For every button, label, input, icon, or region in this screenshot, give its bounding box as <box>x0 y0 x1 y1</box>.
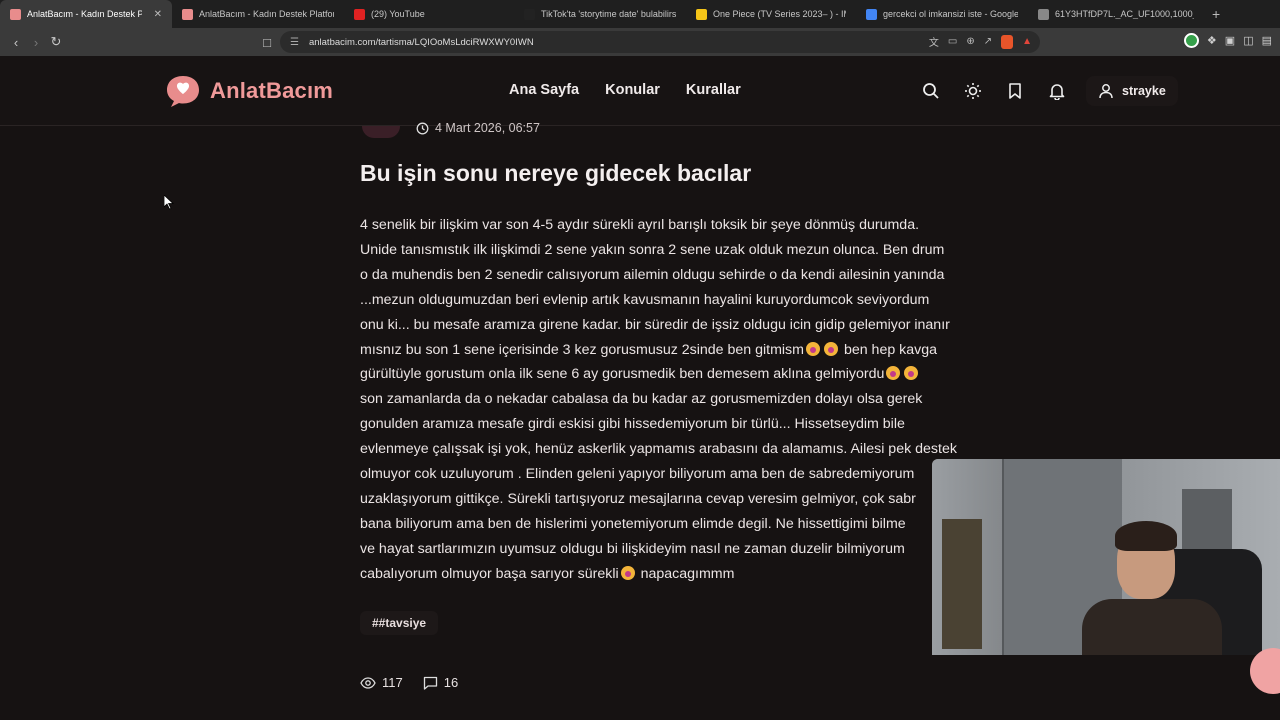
address-bar[interactable]: ☰ anlatbacim.com/tartisma/LQIOoMsLdciRWX… <box>280 31 1040 53</box>
tab-title: TikTok'ta 'storytime date' bulabilirsin <box>541 9 676 19</box>
tab-title: AnlatBacım - Kadın Destek Platfo <box>27 9 142 19</box>
post-body-line: Unide tanısmıstık ilk ilişkimdi 2 sene y… <box>360 241 945 258</box>
browser-tab-bar: AnlatBacım - Kadın Destek Platfo✕AnlatBa… <box>0 0 1280 28</box>
back-icon[interactable]: ‹ <box>6 32 26 52</box>
sidebar-icon[interactable]: ◫ <box>1243 34 1253 47</box>
tab-favicon-icon <box>524 8 535 20</box>
webcam-overlay <box>932 459 1280 655</box>
post-body-line: olmuyor cok uzuluyorum . Elinden geleni … <box>360 466 915 483</box>
nav-rules[interactable]: Kurallar <box>686 82 741 98</box>
clock-icon <box>416 122 429 134</box>
browser-tab[interactable]: AnlatBacım - Kadın Destek Platformu <box>172 0 344 28</box>
main-nav: Ana Sayfa Konular Kurallar <box>509 82 767 98</box>
tab-favicon-icon <box>1038 8 1049 20</box>
post-body-line: mısnız bu son 1 sene içerisinde 3 kez go… <box>360 338 980 363</box>
profile-menu-icon[interactable]: ▤ <box>1262 34 1272 47</box>
post-body-text: cabalıyorum olmuyor başa sarıyor sürekli <box>360 565 619 582</box>
reload-icon[interactable]: ↻ <box>46 32 66 52</box>
views-count: 117 <box>382 675 403 690</box>
post-body-line: evlenmeye çalışsak işi yok, henüz askerl… <box>360 441 957 458</box>
author-avatar[interactable] <box>362 126 400 138</box>
tab-favicon-icon <box>866 8 877 20</box>
shocked-emoji-icon <box>620 565 635 580</box>
share-icon[interactable]: ↗ <box>984 36 992 47</box>
tab-favicon-icon <box>354 8 365 20</box>
shocked-emoji-icon <box>823 341 838 356</box>
post-date-text: 4 Mart 2026, 06:57 <box>435 121 540 135</box>
post-title: Bu işin sonu nereye gidecek bacılar <box>360 160 752 186</box>
shocked-emoji-icon <box>886 366 901 381</box>
tab-title: gercekci ol imkansizi iste - Google S <box>883 9 1018 19</box>
tab-title: 61Y3HTfDP7L._AC_UF1000,1000_QL8 <box>1055 9 1194 19</box>
logo-text: AnlatBacım <box>210 78 334 103</box>
browser-tab[interactable]: One Piece (TV Series 2023– ) - IMDb <box>686 0 856 28</box>
tab-favicon-icon <box>696 8 707 20</box>
browser-tab[interactable]: AnlatBacım - Kadın Destek Platfo ✕ <box>0 0 172 28</box>
eye-icon <box>360 676 376 689</box>
username: strayke <box>1122 84 1166 98</box>
tab-favicon-icon <box>10 8 21 20</box>
translate-icon[interactable]: 文 <box>929 34 939 49</box>
new-tab-icon[interactable]: + <box>1212 6 1220 22</box>
mouse-cursor-icon <box>164 195 174 210</box>
post-body-line: 4 senelik bir ilişkim var son 4-5 aydır … <box>360 217 920 233</box>
browser-tab[interactable]: (29) YouTube <box>344 0 514 28</box>
site-settings-icon[interactable]: ☰ <box>290 37 299 48</box>
bookmarks-icon[interactable] <box>1004 80 1026 102</box>
site-header: AnlatBacım Ana Sayfa Konular Kurallar st… <box>0 56 1280 126</box>
theme-sun-icon[interactable] <box>962 80 984 102</box>
post-body-line: gonulden aramıza mesafe girdi eskisi gib… <box>360 416 905 433</box>
nav-home[interactable]: Ana Sayfa <box>509 82 579 98</box>
post-body-text: napacagımmm <box>640 565 735 582</box>
zoom-icon[interactable]: ⊕ <box>966 36 974 47</box>
post-body-line: onu ki... bu mesafe aramıza girene kadar… <box>360 316 950 333</box>
post-body-line: o da muhendis ben 2 senedir calısıyorum … <box>360 266 945 283</box>
post-body-line: bana biliyorum ama ben de hislerimi yone… <box>360 515 906 532</box>
post-body: 4 senelik bir ilişkim var son 4-5 aydır … <box>360 213 980 587</box>
post-stats: 117 16 <box>360 675 458 690</box>
cast-icon[interactable]: ▭ <box>948 36 957 47</box>
user-menu-button[interactable]: strayke <box>1086 76 1178 106</box>
extensions-puzzle-icon[interactable]: ❖ <box>1207 34 1217 47</box>
post-body-line: ve hayat sartlarımızın uyumsuz oldugu bi… <box>360 540 905 557</box>
tab-title: AnlatBacım - Kadın Destek Platformu <box>199 9 334 19</box>
post-body-line: son zamanlarda da o nekadar cabalasa da … <box>360 391 923 408</box>
comments-stat[interactable]: 16 <box>423 675 458 690</box>
brave-rewards-icon[interactable]: ▲ <box>1022 36 1032 47</box>
post-tag[interactable]: ##tavsiye <box>360 611 439 635</box>
brave-shield-icon[interactable] <box>1001 34 1014 49</box>
wallet-icon[interactable]: ▣ <box>1225 34 1235 47</box>
comments-count: 16 <box>443 675 459 690</box>
browser-tab[interactable]: 61Y3HTfDP7L._AC_UF1000,1000_QL8 <box>1028 0 1204 28</box>
post-body-line: cabalıyorum olmuyor başa sarıyor sürekli… <box>360 562 980 587</box>
notifications-bell-icon[interactable] <box>1046 80 1068 102</box>
post-body-line: gürültüyle gorustum onla ilk sene 6 ay g… <box>360 362 980 387</box>
site-logo[interactable]: AnlatBacım <box>164 73 333 109</box>
post-date: 4 Mart 2026, 06:57 <box>416 121 540 135</box>
post-body-line: uzaklaşıyorum gittikçe. Sürekli tartışıy… <box>360 490 916 507</box>
post-body-text: mısnız bu son 1 sene içerisinde 3 kez go… <box>360 341 804 358</box>
search-icon[interactable] <box>920 80 942 102</box>
post-body-line: ...mezun oldugumuzdan beri evlenip artık… <box>360 291 930 308</box>
comment-icon <box>423 676 437 690</box>
post-body-text: ben hep kavga <box>843 341 938 358</box>
tab-close-icon[interactable]: ✕ <box>154 9 162 20</box>
nav-topics[interactable]: Konular <box>605 82 660 98</box>
logo-speech-bubble-icon <box>167 76 199 107</box>
post-body-text: gürültüyle gorustum onla ilk sene 6 ay g… <box>360 366 885 383</box>
browser-tab[interactable]: TikTok'ta 'storytime date' bulabilirsin <box>514 0 686 28</box>
user-icon <box>1099 84 1113 99</box>
bookmark-icon[interactable]: □ <box>257 32 277 52</box>
browser-toolbar: ‹ › ↻ □ ☰ anlatbacim.com/tartisma/LQIOoM… <box>0 28 1280 56</box>
tab-title: (29) YouTube <box>371 9 425 19</box>
views-stat: 117 <box>360 675 403 690</box>
forward-icon[interactable]: › <box>26 32 46 52</box>
url-text: anlatbacim.com/tartisma/LQIOoMsLdciRWXWY… <box>308 36 534 48</box>
extension-icon[interactable] <box>1183 33 1199 48</box>
shocked-emoji-icon <box>904 366 919 381</box>
tab-favicon-icon <box>182 8 193 20</box>
browser-tab[interactable]: gercekci ol imkansizi iste - Google S <box>856 0 1028 28</box>
shocked-emoji-icon <box>805 341 820 356</box>
tab-title: One Piece (TV Series 2023– ) - IMDb <box>713 9 846 19</box>
